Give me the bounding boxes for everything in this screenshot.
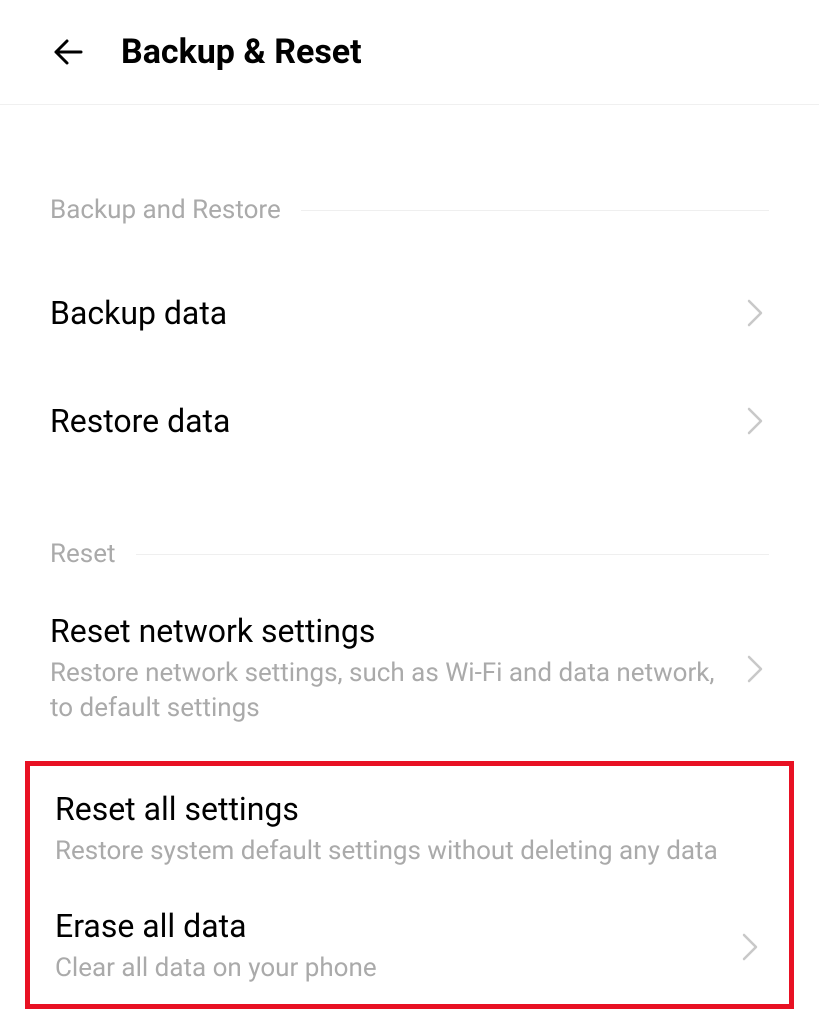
item-backup-data-title: Backup data <box>50 294 731 332</box>
section-header-backup-label: Backup and Restore <box>50 195 301 225</box>
page-title: Backup & Reset <box>121 32 362 72</box>
item-erase-all[interactable]: Erase all data Clear all data on your ph… <box>30 907 789 986</box>
item-backup-data[interactable]: Backup data <box>0 285 819 341</box>
arrow-left-icon <box>49 32 89 72</box>
section-divider <box>301 210 769 211</box>
section-header-reset-label: Reset <box>50 539 136 569</box>
item-erase-all-subtitle: Clear all data on your phone <box>55 951 726 986</box>
section-header-reset: Reset <box>0 539 819 577</box>
section-header-backup: Backup and Restore <box>0 195 819 233</box>
item-reset-network-subtitle: Restore network settings, such as Wi-Fi … <box>50 656 731 726</box>
item-reset-all[interactable]: Reset all settings Restore system defaul… <box>30 790 789 869</box>
chevron-right-icon <box>736 933 764 961</box>
header-bar: Backup & Reset <box>0 0 819 105</box>
content-area: Backup and Restore Backup data Restore d… <box>0 105 819 1009</box>
chevron-right-icon <box>741 655 769 683</box>
chevron-right-icon <box>741 407 769 435</box>
section-divider <box>136 554 769 555</box>
item-restore-data[interactable]: Restore data <box>0 393 819 449</box>
item-reset-all-subtitle: Restore system default settings without … <box>55 834 764 869</box>
chevron-right-icon <box>741 299 769 327</box>
item-erase-all-title: Erase all data <box>55 907 726 945</box>
highlight-box: Reset all settings Restore system defaul… <box>25 761 794 1009</box>
item-restore-data-title: Restore data <box>50 402 731 440</box>
item-reset-all-title: Reset all settings <box>55 790 764 828</box>
item-reset-network-title: Reset network settings <box>50 612 731 650</box>
item-reset-network[interactable]: Reset network settings Restore network s… <box>0 612 819 726</box>
back-button[interactable] <box>45 28 93 76</box>
